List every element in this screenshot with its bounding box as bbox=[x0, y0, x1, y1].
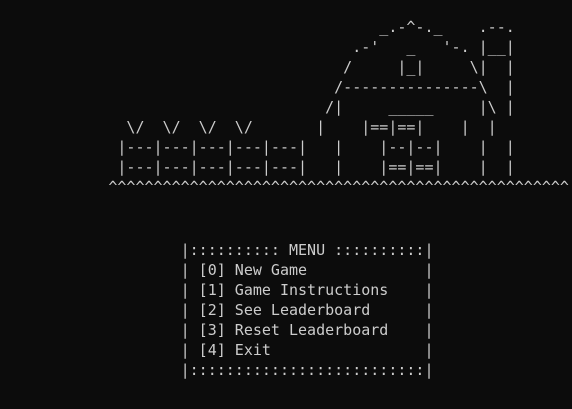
art-line: _.-^-._ .--. bbox=[0, 18, 515, 36]
menu-item-see-leaderboard[interactable]: | [2] See Leaderboard | bbox=[0, 300, 434, 320]
art-line: /---------------\ | bbox=[0, 78, 515, 96]
menu-footer: |::::::::::::::::::::::::::| bbox=[0, 361, 434, 379]
terminal-window: _.-^-._ .--. .-' _ '-. |__| / |_| \| | /… bbox=[0, 0, 572, 409]
art-line: / |_| \| | bbox=[0, 58, 515, 76]
art-line: \/ \/ \/ \/ | |==|==| | | bbox=[0, 118, 497, 136]
menu-item-new-game[interactable]: | [0] New Game | bbox=[0, 260, 434, 280]
art-line: |---|---|---|---|---| | |==|==| | | bbox=[0, 158, 515, 176]
art-line: .-' _ '-. |__| bbox=[0, 38, 515, 56]
menu-header: |:::::::::: MENU ::::::::::| bbox=[0, 241, 434, 259]
menu-item-reset-leaderboard[interactable]: | [3] Reset Leaderboard | bbox=[0, 320, 434, 340]
menu-item-game-instructions[interactable]: | [1] Game Instructions | bbox=[0, 280, 434, 300]
barn-ascii-art: _.-^-._ .--. .-' _ '-. |__| / |_| \| | /… bbox=[0, 17, 569, 197]
art-line: /| _____ |\ | bbox=[0, 98, 515, 116]
menu-item-exit[interactable]: | [4] Exit | bbox=[0, 340, 434, 360]
art-line: |---|---|---|---|---| | |--|--| | | bbox=[0, 138, 515, 156]
grass-line: ^^^^^^^^^^^^^^^^^^^^^^^^^^^^^^^^^^^^^^^^… bbox=[0, 178, 569, 196]
main-menu: |:::::::::: MENU ::::::::::| | [0] New G… bbox=[0, 240, 434, 380]
